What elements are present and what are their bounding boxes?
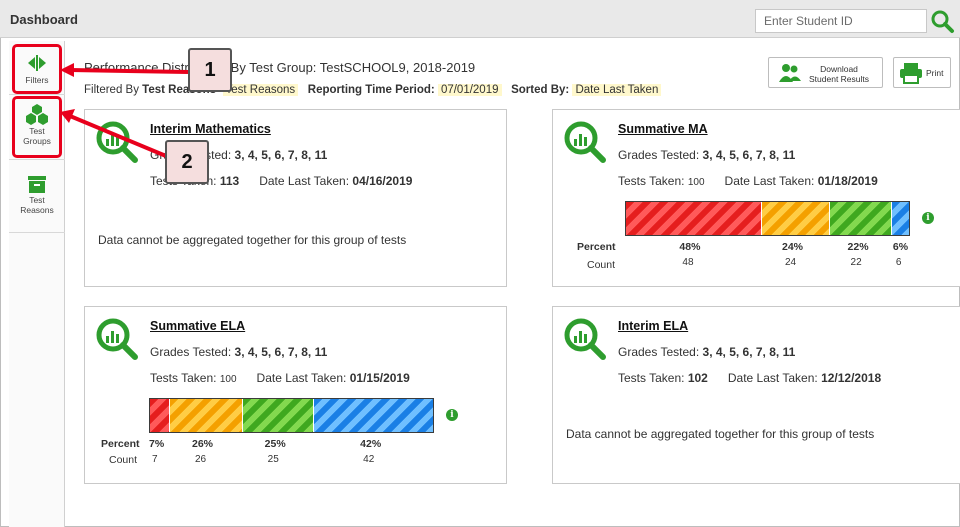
callout-2: 2 bbox=[165, 140, 209, 184]
callout-arrows bbox=[60, 63, 189, 158]
callout-1: 1 bbox=[188, 48, 232, 92]
